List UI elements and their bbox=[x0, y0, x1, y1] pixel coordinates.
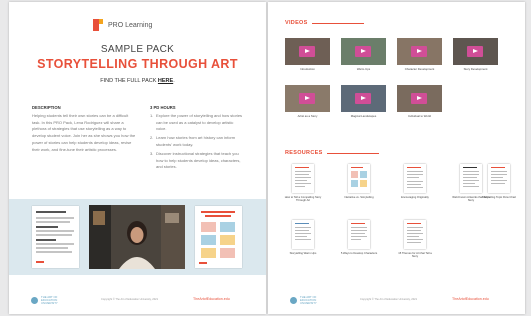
pd-objective-text: Discover instructional strategies that t… bbox=[156, 150, 241, 170]
resource-title: How to Tell a Compelling Story Through A… bbox=[284, 196, 322, 203]
videos-section-heading: VIDEOS bbox=[285, 20, 364, 26]
brand-name: PRO Learning bbox=[108, 21, 153, 29]
video-title: Warm-Ups bbox=[356, 67, 371, 71]
resource-document-icon bbox=[292, 220, 314, 249]
play-icon bbox=[411, 93, 427, 104]
video-title: Magical Landscapes bbox=[350, 114, 377, 118]
footer-logo-text: THE ART OF EDUCATION UNIVERSITY bbox=[300, 295, 317, 306]
description-body: Helping students tell their own stories … bbox=[32, 113, 136, 152]
resource-preview-thumbnail[interactable] bbox=[195, 206, 242, 268]
resource-title: 5 Ways to Develop Characters bbox=[340, 252, 378, 255]
find-full-pack-line: FIND THE FULL PACK HERE. bbox=[9, 78, 266, 84]
play-icon bbox=[355, 46, 371, 57]
resource-document-icon bbox=[404, 220, 426, 249]
pd-objective: 1. Explore the power of storytelling and … bbox=[150, 113, 244, 133]
resource-title: 15 Themes for Art that Tell a Story bbox=[398, 252, 432, 259]
university-logo-icon bbox=[31, 297, 38, 305]
resource-document-icon bbox=[348, 220, 370, 249]
footer-logo: THE ART OF EDUCATION UNIVERSITY bbox=[290, 295, 330, 306]
pd-objective: 2. Learn how stories from art history can… bbox=[150, 135, 244, 148]
resource-document-icon bbox=[292, 164, 314, 193]
resource-tile[interactable]: Encouraging Originality bbox=[395, 164, 435, 199]
play-icon bbox=[411, 46, 427, 57]
pd-objectives-list: 1. Explore the power of storytelling and … bbox=[150, 113, 244, 173]
description-heading: DESCRIPTION bbox=[32, 105, 61, 110]
resource-preview-thumbnail[interactable] bbox=[32, 206, 79, 268]
page-subtitle: SAMPLE PACK bbox=[100, 44, 175, 55]
video-preview-thumbnail[interactable] bbox=[89, 205, 185, 269]
footer-logo-text: THE ART OF EDUCATION UNIVERSITY bbox=[41, 295, 58, 306]
play-icon bbox=[299, 93, 315, 104]
video-title: Individual to World bbox=[408, 114, 431, 118]
resource-title: Storytelling Warm-Ups bbox=[289, 252, 317, 255]
video-tile[interactable]: Magical Landscapes bbox=[341, 85, 386, 118]
resources-section-heading: RESOURCES bbox=[285, 150, 379, 156]
play-icon bbox=[355, 93, 371, 104]
video-title: Artist as a Story bbox=[297, 114, 318, 118]
resource-document-icon bbox=[488, 164, 510, 193]
sample-pack-page: PRO Learning SAMPLE PACK STORYTELLING TH… bbox=[9, 2, 266, 314]
find-pack-text: FIND THE FULL PACK bbox=[100, 78, 157, 84]
resource-title: Storytelling Topic Flow Chart bbox=[481, 196, 516, 199]
pd-hours-heading: 3 PD HOURS bbox=[150, 105, 176, 110]
resource-tile[interactable]: How to Tell a Compelling Story Through A… bbox=[283, 164, 323, 202]
footer-website-link[interactable]: TheArtofEducation.edu bbox=[193, 297, 230, 301]
resource-tile[interactable]: 15 Themes for Art that Tell a Story bbox=[395, 220, 435, 258]
video-tile[interactable]: Warm-Ups bbox=[341, 38, 386, 71]
footer-logo: THE ART OF EDUCATION UNIVERSITY bbox=[31, 295, 71, 306]
videos-heading-text: VIDEOS bbox=[285, 20, 308, 26]
video-tile[interactable]: Individual to World bbox=[397, 85, 442, 118]
resource-title: Narrative vs. Storytelling bbox=[344, 196, 374, 199]
resource-tile[interactable]: Narrative vs. Storytelling bbox=[339, 164, 379, 199]
video-title: Story Development bbox=[463, 67, 488, 71]
page-title: STORYTELLING THROUGH ART bbox=[37, 57, 238, 71]
footer-website-link[interactable]: TheArtofEducation.edu bbox=[452, 297, 489, 301]
play-icon bbox=[467, 46, 483, 57]
video-title: Introduction bbox=[300, 67, 315, 71]
pd-objective: 3. Discover instructional strategies that… bbox=[150, 151, 244, 171]
video-tile[interactable]: Story Development bbox=[453, 38, 498, 71]
pro-learning-logo-icon bbox=[93, 19, 103, 31]
heading-divider bbox=[311, 22, 364, 24]
university-logo-icon bbox=[290, 297, 297, 305]
video-title: Character Development bbox=[404, 67, 435, 71]
find-pack-here-link[interactable]: HERE bbox=[158, 78, 173, 84]
presenter-photo bbox=[89, 205, 185, 269]
resource-document-icon bbox=[404, 164, 426, 193]
resource-tile[interactable]: Storytelling Topic Flow Chart bbox=[479, 164, 519, 199]
footer-copyright: Copyright © The Art of Education Univers… bbox=[360, 298, 418, 301]
video-tile[interactable]: Introduction bbox=[285, 38, 330, 71]
heading-divider bbox=[326, 152, 379, 154]
contents-page: VIDEOS Introduction Warm-Ups Character D… bbox=[268, 2, 525, 314]
find-pack-suffix: . bbox=[173, 78, 175, 84]
pd-objective-text: Explore the power of storytelling and ho… bbox=[156, 113, 243, 132]
resource-title: Encouraging Originality bbox=[401, 196, 429, 199]
play-icon bbox=[299, 46, 315, 57]
pd-objective-text: Learn how stories from art history can i… bbox=[156, 135, 236, 147]
pro-learning-brand: PRO Learning bbox=[93, 19, 152, 31]
video-tile[interactable]: Character Development bbox=[397, 38, 442, 71]
resource-document-icon bbox=[348, 164, 370, 193]
resources-heading-text: RESOURCES bbox=[285, 150, 323, 156]
preview-strip bbox=[9, 199, 266, 275]
video-tile[interactable]: Artist as a Story bbox=[285, 85, 330, 118]
footer-copyright: Copyright © The Art of Education Univers… bbox=[101, 298, 159, 301]
resource-tile[interactable]: Storytelling Warm-Ups bbox=[283, 220, 323, 255]
resource-tile[interactable]: 5 Ways to Develop Characters bbox=[339, 220, 379, 255]
